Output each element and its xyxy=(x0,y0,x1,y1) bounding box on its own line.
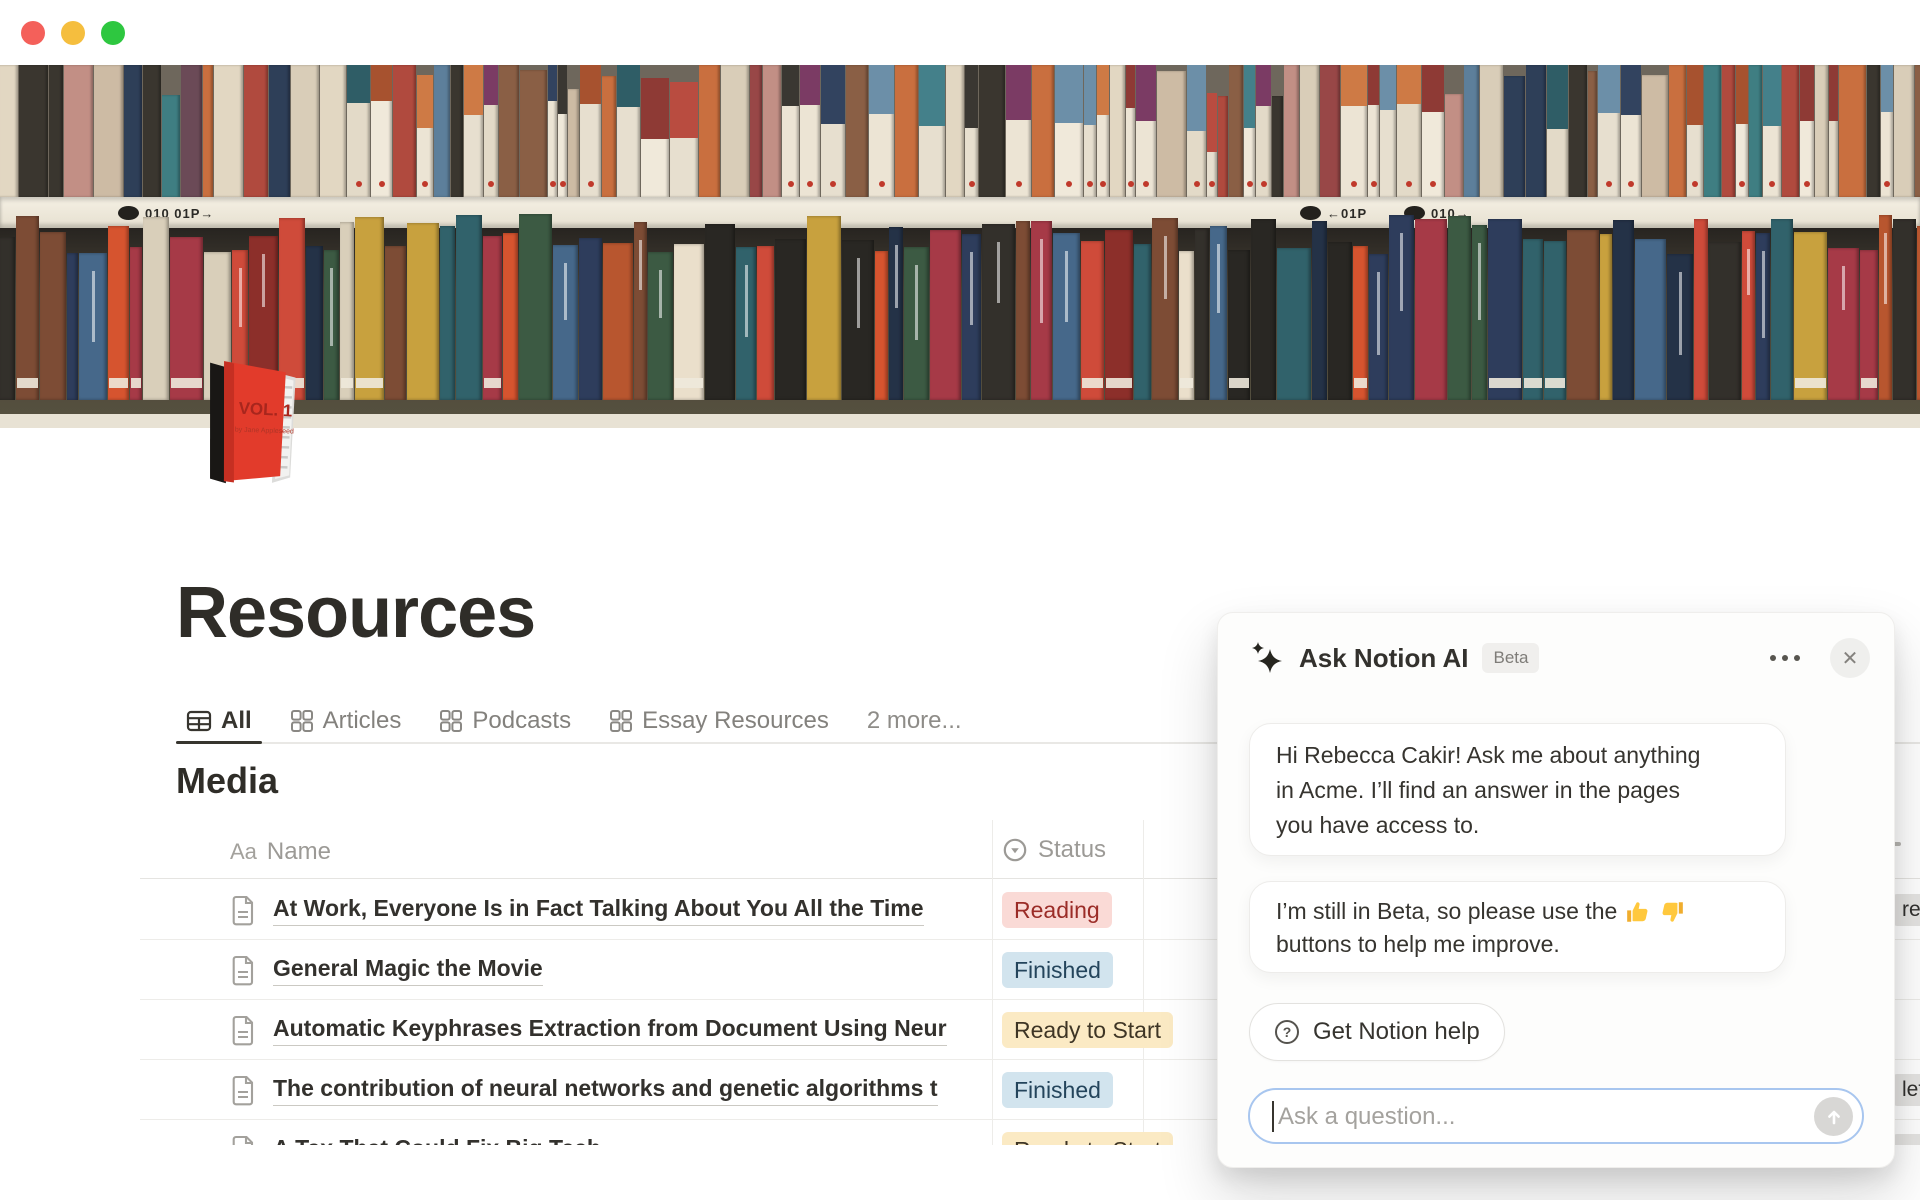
gallery-view-icon xyxy=(290,709,314,733)
title-property-icon: Aa xyxy=(230,839,257,865)
ask-notion-ai-panel: Ask Notion AI Beta ✕ Hi Rebecca Cakir! A… xyxy=(1217,612,1895,1168)
column-border xyxy=(992,820,993,1145)
zoom-window-button[interactable] xyxy=(101,21,125,45)
edge-tag-chip[interactable] xyxy=(1892,1134,1920,1145)
close-window-button[interactable] xyxy=(21,21,45,45)
ai-message: Hi Rebecca Cakir! Ask me about anything … xyxy=(1249,723,1786,856)
gallery-view-icon xyxy=(439,709,463,733)
tab-label: Essay Resources xyxy=(642,707,829,735)
column-border xyxy=(1143,820,1144,1145)
table-row-title-link[interactable]: The contribution of neural networks and … xyxy=(273,1075,938,1106)
gallery-view-icon xyxy=(609,709,633,733)
bookshelf-top-row xyxy=(0,65,1920,197)
tabs-more-button[interactable]: 2 more... xyxy=(857,707,972,735)
send-button[interactable] xyxy=(1814,1097,1853,1136)
table-view-icon xyxy=(186,709,212,733)
ai-message: I’m still in Beta, so please use the xyxy=(1249,881,1786,973)
help-button-label: Get Notion help xyxy=(1313,1018,1480,1046)
ai-panel-title: Ask Notion AI xyxy=(1299,643,1468,674)
status-badge[interactable]: Reading xyxy=(1002,892,1112,928)
thumbs-up-icon xyxy=(1625,899,1651,925)
shelf-label: ←01P xyxy=(1300,204,1367,222)
view-tabs: All Articles Podcasts Essay Resources 2 more… xyxy=(176,700,972,742)
shelf-label-text: ←01P xyxy=(1327,206,1367,221)
edge-tag-chip[interactable]: re xyxy=(1892,894,1920,926)
window-titlebar xyxy=(0,0,1920,65)
more-options-icon[interactable] xyxy=(1764,649,1806,667)
table-row-title-link[interactable]: At Work, Everyone Is in Fact Talking Abo… xyxy=(273,895,924,926)
edge-tag-chip[interactable]: let xyxy=(1892,1074,1920,1106)
thumbs-down-icon xyxy=(1659,899,1685,925)
table-row-title-link[interactable]: General Magic the Movie xyxy=(273,955,543,986)
column-header-label: Name xyxy=(267,838,331,866)
ai-sparkle-icon xyxy=(1248,639,1286,677)
page-icon-red-book[interactable]: VOL. 1 by Jane Appleseed xyxy=(188,356,310,490)
svg-text:?: ? xyxy=(1283,1024,1292,1040)
status-badge[interactable]: Finished xyxy=(1002,1072,1113,1108)
question-mark-icon: ? xyxy=(1274,1019,1300,1045)
minimize-window-button[interactable] xyxy=(61,21,85,45)
document-icon xyxy=(231,955,257,991)
status-badge[interactable]: Ready to Start xyxy=(1002,1132,1173,1145)
tab-essay-resources[interactable]: Essay Resources xyxy=(599,700,839,742)
get-notion-help-button[interactable]: ? Get Notion help xyxy=(1249,1003,1505,1061)
page-title: Resources xyxy=(176,572,535,654)
ai-panel-header: Ask Notion AI Beta ✕ xyxy=(1248,637,1870,679)
document-icon xyxy=(231,895,257,931)
svg-text:VOL. 1: VOL. 1 xyxy=(238,399,293,421)
document-icon xyxy=(231,1135,257,1145)
tab-all[interactable]: All xyxy=(176,700,262,742)
notion-window: 010 01P→ ←01P 010→ VOL. 1 xyxy=(0,0,1920,1200)
tab-label: Articles xyxy=(323,707,402,735)
shelf-sticker-icon xyxy=(118,206,139,220)
shelf-sticker-icon xyxy=(1300,206,1321,220)
column-header-name[interactable]: Aa Name xyxy=(230,838,331,866)
tab-podcasts[interactable]: Podcasts xyxy=(429,700,581,742)
document-icon xyxy=(231,1015,257,1051)
document-icon xyxy=(231,1075,257,1111)
beta-badge: Beta xyxy=(1482,643,1539,673)
status-badge[interactable]: Ready to Start xyxy=(1002,1012,1173,1048)
ask-question-input[interactable] xyxy=(1248,1088,1864,1144)
status-property-icon xyxy=(1002,837,1028,863)
section-heading: Media xyxy=(176,760,278,802)
tab-label: Podcasts xyxy=(472,707,571,735)
table-row-title-link[interactable]: A Tax That Could Fix Big Tech xyxy=(273,1135,601,1145)
tab-label: All xyxy=(221,707,252,735)
column-header-status[interactable]: Status xyxy=(1002,836,1106,864)
table-row-title-link[interactable]: Automatic Keyphrases Extraction from Doc… xyxy=(273,1015,947,1046)
close-icon[interactable]: ✕ xyxy=(1830,638,1870,678)
text-caret xyxy=(1272,1101,1274,1132)
column-header-label: Status xyxy=(1038,836,1106,864)
tab-articles[interactable]: Articles xyxy=(280,700,412,742)
status-badge[interactable]: Finished xyxy=(1002,952,1113,988)
ask-question-field[interactable] xyxy=(1276,1094,1780,1140)
